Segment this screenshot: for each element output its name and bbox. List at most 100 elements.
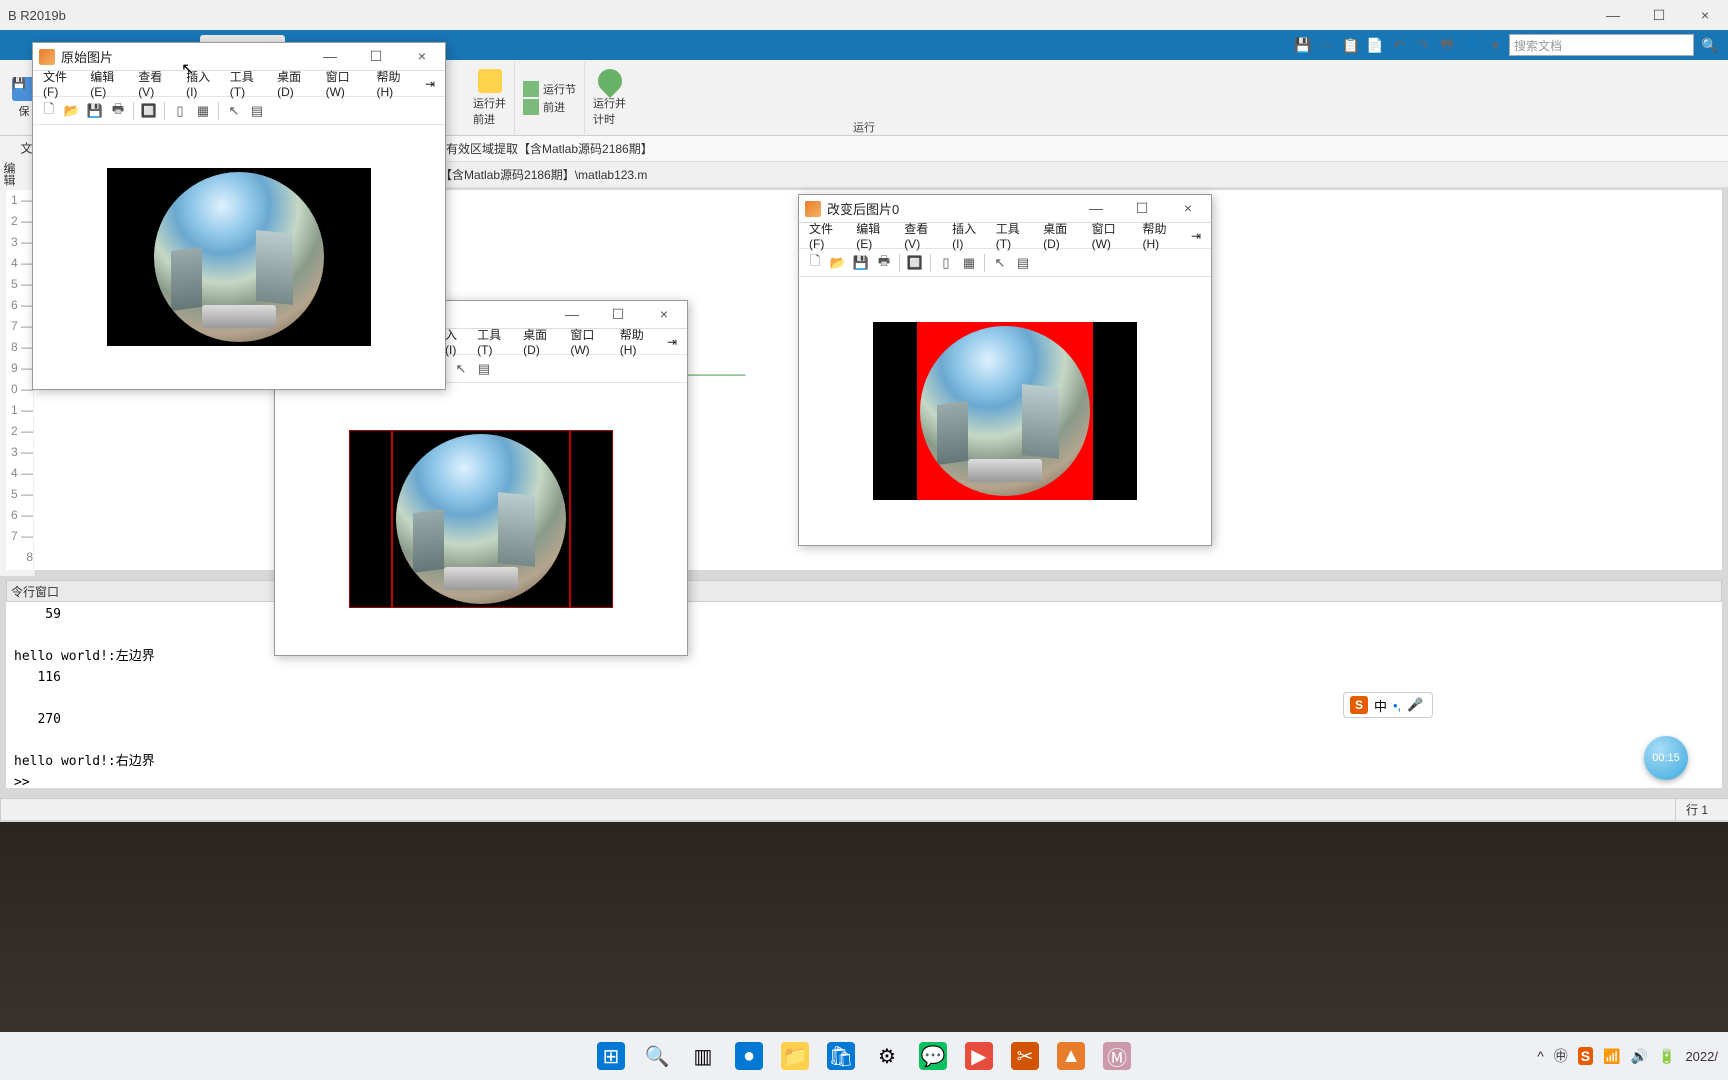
pointer-tool-icon[interactable]: ↖ <box>990 253 1010 273</box>
menu-window[interactable]: 窗口(W) <box>1088 220 1135 251</box>
fig1-maximize[interactable]: ☐ <box>353 48 399 65</box>
run-and-time-button[interactable]: 运行并 计时 <box>593 69 626 127</box>
fig1-titlebar[interactable]: 原始图片 — ☐ × <box>33 43 445 71</box>
menu-more[interactable]: ⇥ <box>1187 229 1205 243</box>
figure-window-3[interactable]: 改变后图片0 — ☐ × 文件(F) 编辑(E) 查看(V) 插入(I) 工具(… <box>798 194 1212 546</box>
print-icon[interactable]: 🖶 <box>874 253 894 273</box>
fig2-minimize[interactable]: — <box>549 306 595 323</box>
tray-clock[interactable]: 2022/ <box>1685 1049 1718 1064</box>
command-window[interactable]: 59 hello world!:左边界 116 270 hello world!… <box>6 602 1722 788</box>
menu-more[interactable]: ⇥ <box>421 77 439 91</box>
fig3-titlebar[interactable]: 改变后图片0 — ☐ × <box>799 195 1211 223</box>
run-and-advance-button[interactable]: 运行并 前进 <box>473 69 506 127</box>
maximize-button[interactable]: ☐ <box>1636 7 1682 24</box>
close-button[interactable]: × <box>1682 7 1728 24</box>
menu-more[interactable]: ⇥ <box>663 335 681 349</box>
ime-toolbar[interactable]: S 中 •, 🎤 <box>1343 692 1433 718</box>
taskbar-snip[interactable]: ✂ <box>1005 1036 1045 1076</box>
menu-tools[interactable]: 工具(T) <box>473 326 515 357</box>
tray-volume-icon[interactable]: 🔊 <box>1631 1048 1648 1065</box>
new-icon[interactable]: 🗋 <box>39 101 59 121</box>
datatip-tool-icon[interactable]: ▤ <box>247 101 267 121</box>
menu-file[interactable]: 文件(F) <box>39 68 82 99</box>
advance-button[interactable]: 前进 <box>523 99 576 115</box>
taskbar-settings[interactable]: ⚙ <box>867 1036 907 1076</box>
tray-wifi-icon[interactable]: 📶 <box>1603 1048 1620 1065</box>
menu-help[interactable]: 帮助(H) <box>616 326 659 357</box>
open-icon[interactable]: 📂 <box>828 253 848 273</box>
taskbar-wechat[interactable]: 💬 <box>913 1036 953 1076</box>
menu-desktop[interactable]: 桌面(D) <box>519 326 562 357</box>
menu-window[interactable]: 窗口(W) <box>322 68 369 99</box>
ime-punct[interactable]: •, <box>1393 698 1401 713</box>
cut-icon[interactable]: ✂ <box>1317 35 1337 55</box>
colorbar-icon[interactable]: ▯ <box>170 101 190 121</box>
help-icon[interactable]: ? <box>1461 35 1481 55</box>
menu-help[interactable]: 帮助(H) <box>372 68 417 99</box>
taskbar-edge[interactable]: ● <box>729 1036 769 1076</box>
redo-icon[interactable]: ↷ <box>1413 35 1433 55</box>
datatip-tool-icon[interactable]: ▤ <box>1013 253 1033 273</box>
fig1-close[interactable]: × <box>399 48 445 65</box>
run-section-button[interactable]: 运行节 <box>523 81 576 97</box>
menu-insert[interactable]: 插入(I) <box>182 68 222 99</box>
open-icon[interactable]: 📂 <box>62 101 82 121</box>
fig3-close[interactable]: × <box>1165 200 1211 217</box>
dropdown-icon[interactable]: ▾ <box>1485 35 1505 55</box>
search-docs-input[interactable]: 搜索文档 <box>1509 34 1694 56</box>
menu-view[interactable]: 查看(V) <box>134 68 178 99</box>
menu-tools[interactable]: 工具(T) <box>226 68 269 99</box>
menu-edit[interactable]: 编辑(E) <box>852 220 896 251</box>
fig1-minimize[interactable]: — <box>307 48 353 65</box>
legend-icon[interactable]: ▦ <box>959 253 979 273</box>
ime-mic-icon[interactable]: 🎤 <box>1407 697 1423 713</box>
tray-chevron-icon[interactable]: ^ <box>1537 1048 1544 1064</box>
print-icon[interactable]: 🖶 <box>108 101 128 121</box>
tray-battery-icon[interactable]: 🔋 <box>1658 1048 1675 1065</box>
figure-window-1[interactable]: 原始图片 — ☐ × 文件(F) 编辑(E) 查看(V) 插入(I) 工具(T)… <box>32 42 446 390</box>
fig2-close[interactable]: × <box>641 306 687 323</box>
menu-help[interactable]: 帮助(H) <box>1138 220 1183 251</box>
taskbar-matlab[interactable]: ▲ <box>1051 1036 1091 1076</box>
menu-desktop[interactable]: 桌面(D) <box>1039 220 1084 251</box>
new-icon[interactable]: 🗋 <box>805 253 825 273</box>
menu-insert[interactable]: 插入(I) <box>948 220 988 251</box>
undo-icon[interactable]: ↶ <box>1389 35 1409 55</box>
taskbar-start[interactable]: ⊞ <box>591 1036 631 1076</box>
copy-icon[interactable]: 📋 <box>1341 35 1361 55</box>
print-icon[interactable]: 🖶 <box>1437 35 1457 55</box>
save-icon[interactable]: 💾 <box>1293 35 1313 55</box>
pointer-tool-icon[interactable]: ↖ <box>224 101 244 121</box>
link-icon[interactable]: 🔲 <box>905 253 925 273</box>
menu-window[interactable]: 窗口(W) <box>566 326 611 357</box>
taskbar-explorer[interactable]: 📁 <box>775 1036 815 1076</box>
menu-desktop[interactable]: 桌面(D) <box>273 68 318 99</box>
legend-icon[interactable]: ▦ <box>193 101 213 121</box>
tray-lang-icon[interactable]: ㊥ <box>1554 1046 1568 1066</box>
menu-edit[interactable]: 编辑(E) <box>86 68 130 99</box>
taskbar-taskview[interactable]: ▥ <box>683 1036 723 1076</box>
fig2-maximize[interactable]: ☐ <box>595 306 641 323</box>
cursor-position: 行 1 <box>1675 799 1718 820</box>
pointer-tool-icon[interactable]: ↖ <box>451 359 471 379</box>
menu-view[interactable]: 查看(V) <box>900 220 944 251</box>
save-icon[interactable]: 💾 <box>851 253 871 273</box>
colorbar-icon[interactable]: ▯ <box>936 253 956 273</box>
taskbar-app1[interactable]: ▶ <box>959 1036 999 1076</box>
minimize-button[interactable]: — <box>1590 7 1636 24</box>
taskbar-search[interactable]: 🔍 <box>637 1036 677 1076</box>
taskbar-app2[interactable]: Ⓜ <box>1097 1036 1137 1076</box>
ime-lang[interactable]: 中 <box>1374 696 1387 715</box>
menu-tools[interactable]: 工具(T) <box>992 220 1035 251</box>
link-icon[interactable]: 🔲 <box>139 101 159 121</box>
fig3-maximize[interactable]: ☐ <box>1119 200 1165 217</box>
search-button[interactable]: 🔍 <box>1698 34 1722 56</box>
datatip-tool-icon[interactable]: ▤ <box>474 359 494 379</box>
tray-sogou-icon[interactable]: S <box>1578 1047 1593 1065</box>
paste-icon[interactable]: 📄 <box>1365 35 1385 55</box>
save-icon[interactable]: 💾 <box>85 101 105 121</box>
fig3-minimize[interactable]: — <box>1073 200 1119 217</box>
menu-file[interactable]: 文件(F) <box>805 220 848 251</box>
taskbar-store[interactable]: 🛍 <box>821 1036 861 1076</box>
timer-bubble[interactable]: 00:15 <box>1644 736 1688 780</box>
